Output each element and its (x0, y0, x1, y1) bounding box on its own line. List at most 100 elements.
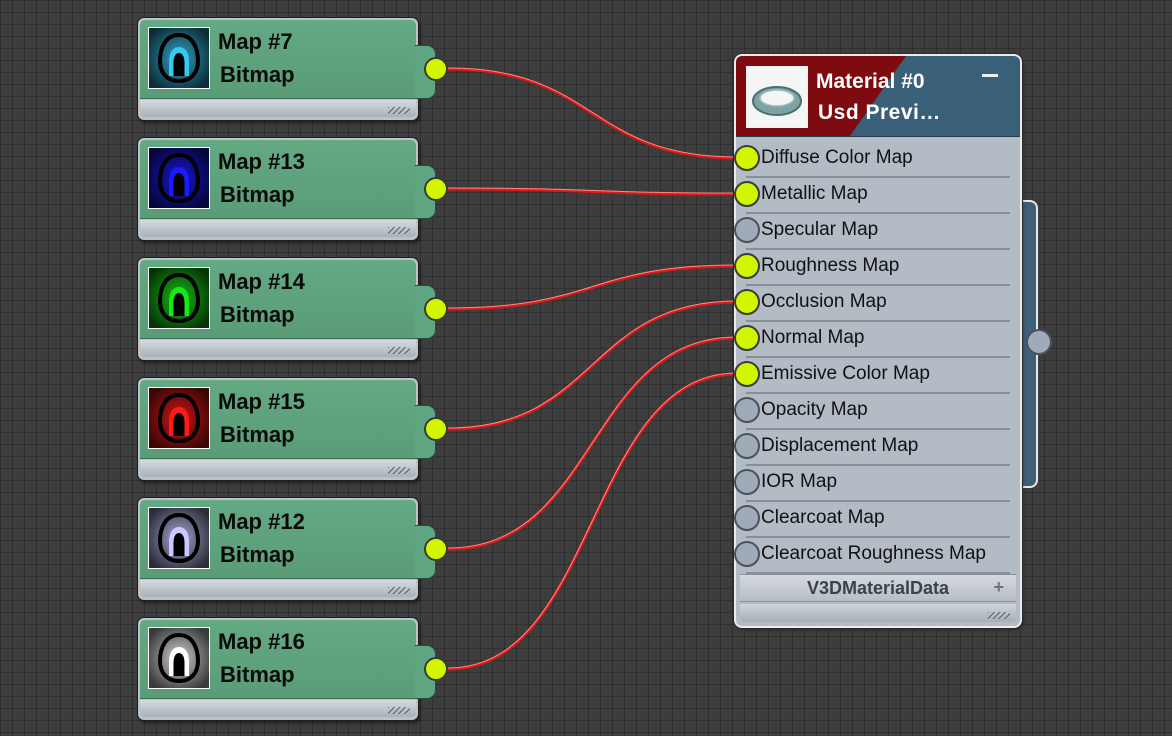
material-resize-handle[interactable] (740, 604, 1016, 622)
map-output-socket[interactable] (424, 657, 448, 681)
material-preview-thumbnail (746, 66, 808, 128)
map-output-socket[interactable] (424, 297, 448, 321)
material-slot[interactable]: Specular Map (734, 212, 1010, 250)
connection-wire-highlight (447, 67, 738, 158)
connection-wire[interactable] (447, 264, 738, 311)
map-node-header[interactable]: Map #14 Bitmap (140, 260, 416, 339)
map-node-type: Bitmap (220, 422, 295, 447)
map-node-resize-handle[interactable] (140, 460, 416, 477)
connection-wire-highlight (447, 264, 738, 309)
bitmap-thumbnail (148, 147, 210, 209)
slot-input-socket[interactable] (734, 253, 760, 279)
map-node-resize-handle[interactable] (140, 700, 416, 717)
material-slot[interactable]: Metallic Map (734, 176, 1010, 214)
material-title: Material #0 (816, 70, 925, 93)
slot-input-socket[interactable] (734, 397, 760, 423)
map-node-title: Map #7 (218, 29, 293, 54)
map-node-header[interactable]: Map #12 Bitmap (140, 500, 416, 579)
slot-input-socket[interactable] (734, 217, 760, 243)
map-node-title: Map #14 (218, 269, 305, 294)
connection-wire-highlight (447, 187, 738, 194)
slot-label: Normal Map (761, 327, 865, 348)
material-slot[interactable]: Displacement Map (734, 428, 1010, 466)
connection-wire[interactable] (447, 300, 738, 431)
slot-input-socket[interactable] (734, 289, 760, 315)
collapse-icon[interactable] (982, 68, 998, 82)
map-node-resize-handle[interactable] (140, 340, 416, 357)
slot-label: Opacity Map (761, 399, 868, 420)
map-node[interactable]: Map #7 Bitmap (138, 18, 448, 120)
connection-wire[interactable] (447, 67, 738, 160)
map-node-resize-handle[interactable] (140, 580, 416, 597)
connection-wire-highlight (447, 336, 738, 549)
map-node-resize-handle[interactable] (140, 100, 416, 117)
connection-wire[interactable] (447, 372, 738, 671)
material-subtitle: Usd Previ… (818, 101, 941, 124)
map-node[interactable]: Map #12 Bitmap (138, 498, 448, 600)
map-output-socket[interactable] (424, 417, 448, 441)
bitmap-thumbnail (148, 627, 210, 689)
material-slot[interactable]: Opacity Map (734, 392, 1010, 430)
connection-wire-highlight (447, 372, 738, 669)
material-slot[interactable]: Roughness Map (734, 248, 1010, 286)
map-node-type: Bitmap (220, 662, 295, 687)
material-slot[interactable]: Emissive Color Map (734, 356, 1010, 394)
bitmap-thumbnail (148, 267, 210, 329)
map-node-header[interactable]: Map #7 Bitmap (140, 20, 416, 99)
material-slot[interactable]: Diffuse Color Map (734, 140, 1010, 178)
material-slot[interactable]: Clearcoat Roughness Map (734, 536, 1010, 574)
material-slot[interactable]: Occlusion Map (734, 284, 1010, 322)
material-slot[interactable]: Clearcoat Map (734, 500, 1010, 538)
slot-label: Specular Map (761, 219, 879, 240)
slot-label: Emissive Color Map (761, 363, 930, 384)
map-node-type: Bitmap (220, 302, 295, 327)
map-node[interactable]: Map #14 Bitmap (138, 258, 448, 360)
map-node-title: Map #13 (218, 149, 305, 174)
map-output-socket[interactable] (424, 57, 448, 81)
slot-input-socket[interactable] (734, 361, 760, 387)
map-node-header[interactable]: Map #13 Bitmap (140, 140, 416, 219)
plus-icon[interactable]: + (993, 577, 1004, 598)
slot-input-socket[interactable] (734, 181, 760, 207)
slot-input-socket[interactable] (734, 145, 760, 171)
map-node-type: Bitmap (220, 182, 295, 207)
slot-label: Diffuse Color Map (761, 147, 913, 168)
slot-input-socket[interactable] (734, 325, 760, 351)
map-node-title: Map #16 (218, 629, 305, 654)
connection-wire-highlight (447, 300, 738, 429)
slot-label: Metallic Map (761, 183, 868, 204)
slot-label: Roughness Map (761, 255, 900, 276)
slot-label: Displacement Map (761, 435, 919, 456)
map-output-socket[interactable] (424, 537, 448, 561)
slot-label: Occlusion Map (761, 291, 887, 312)
map-node[interactable]: Map #15 Bitmap (138, 378, 448, 480)
map-node-type: Bitmap (220, 542, 295, 567)
material-header[interactable]: Material #0 Usd Previ… (736, 56, 1020, 137)
bitmap-thumbnail (148, 387, 210, 449)
material-output-socket[interactable] (1026, 329, 1052, 355)
slot-input-socket[interactable] (734, 505, 760, 531)
bitmap-thumbnail (148, 27, 210, 89)
material-node[interactable]: Material #0 Usd Previ… Diffuse Color Map… (734, 56, 1020, 626)
slot-input-socket[interactable] (734, 433, 760, 459)
slot-label: Clearcoat Roughness Map (761, 543, 986, 564)
map-node-type: Bitmap (220, 62, 295, 87)
slot-label: Clearcoat Map (761, 507, 885, 528)
material-slot[interactable]: IOR Map (734, 464, 1010, 502)
bitmap-thumbnail (148, 507, 210, 569)
map-node-title: Map #12 (218, 509, 305, 534)
map-node[interactable]: Map #13 Bitmap (138, 138, 448, 240)
footer-label: V3DMaterialData (806, 578, 950, 598)
map-node-header[interactable]: Map #15 Bitmap (140, 380, 416, 459)
connection-wire[interactable] (447, 336, 738, 551)
map-output-socket[interactable] (424, 177, 448, 201)
map-node-header[interactable]: Map #16 Bitmap (140, 620, 416, 699)
connection-wire[interactable] (447, 187, 738, 196)
material-footer[interactable]: V3DMaterialData + (740, 574, 1016, 602)
material-slot[interactable]: Normal Map (734, 320, 1010, 358)
map-node-resize-handle[interactable] (140, 220, 416, 237)
slot-label: IOR Map (761, 471, 838, 492)
slot-input-socket[interactable] (734, 469, 760, 495)
slot-input-socket[interactable] (734, 541, 760, 567)
map-node[interactable]: Map #16 Bitmap (138, 618, 448, 720)
